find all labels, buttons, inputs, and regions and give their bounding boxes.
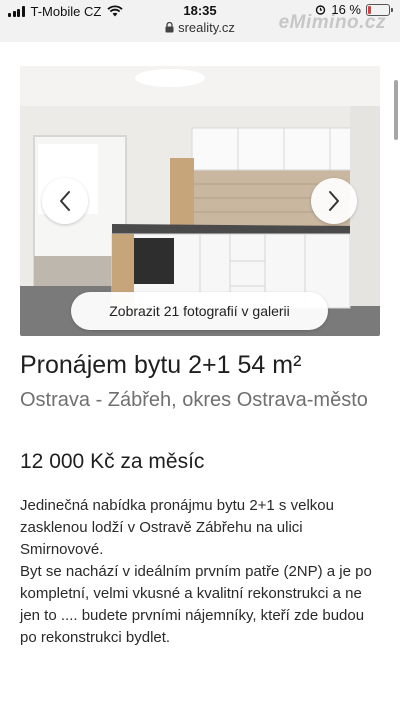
listing-title: Pronájem bytu 2+1 54 m² <box>20 351 302 379</box>
description-paragraph: Byt se nachází v ideálním prvním patře (… <box>20 563 372 646</box>
description-paragraph: Jedinečná nabídka pronájmu bytu 2+1 s ve… <box>20 497 334 558</box>
gallery-next-button[interactable] <box>311 178 357 224</box>
watermark: eMimino.cz <box>278 12 386 33</box>
listing-description: Jedinečná nabídka pronájmu bytu 2+1 s ve… <box>20 495 382 649</box>
show-gallery-button[interactable]: Zobrazit 21 fotografií v galerii <box>71 292 328 330</box>
lock-icon <box>165 22 174 33</box>
url-text: sreality.cz <box>178 20 235 35</box>
gallery-prev-button[interactable] <box>42 178 88 224</box>
listing-location: Ostrava - Zábřeh, okres Ostrava-město <box>20 389 368 411</box>
browser-chrome: T-Mobile CZ 18:35 16 % sreality.cz eMimi… <box>0 0 400 42</box>
scrollbar[interactable] <box>394 80 398 140</box>
chevron-right-icon <box>329 191 339 211</box>
chevron-left-icon <box>60 191 70 211</box>
listing-price: 12 000 Kč za měsíc <box>20 450 205 473</box>
